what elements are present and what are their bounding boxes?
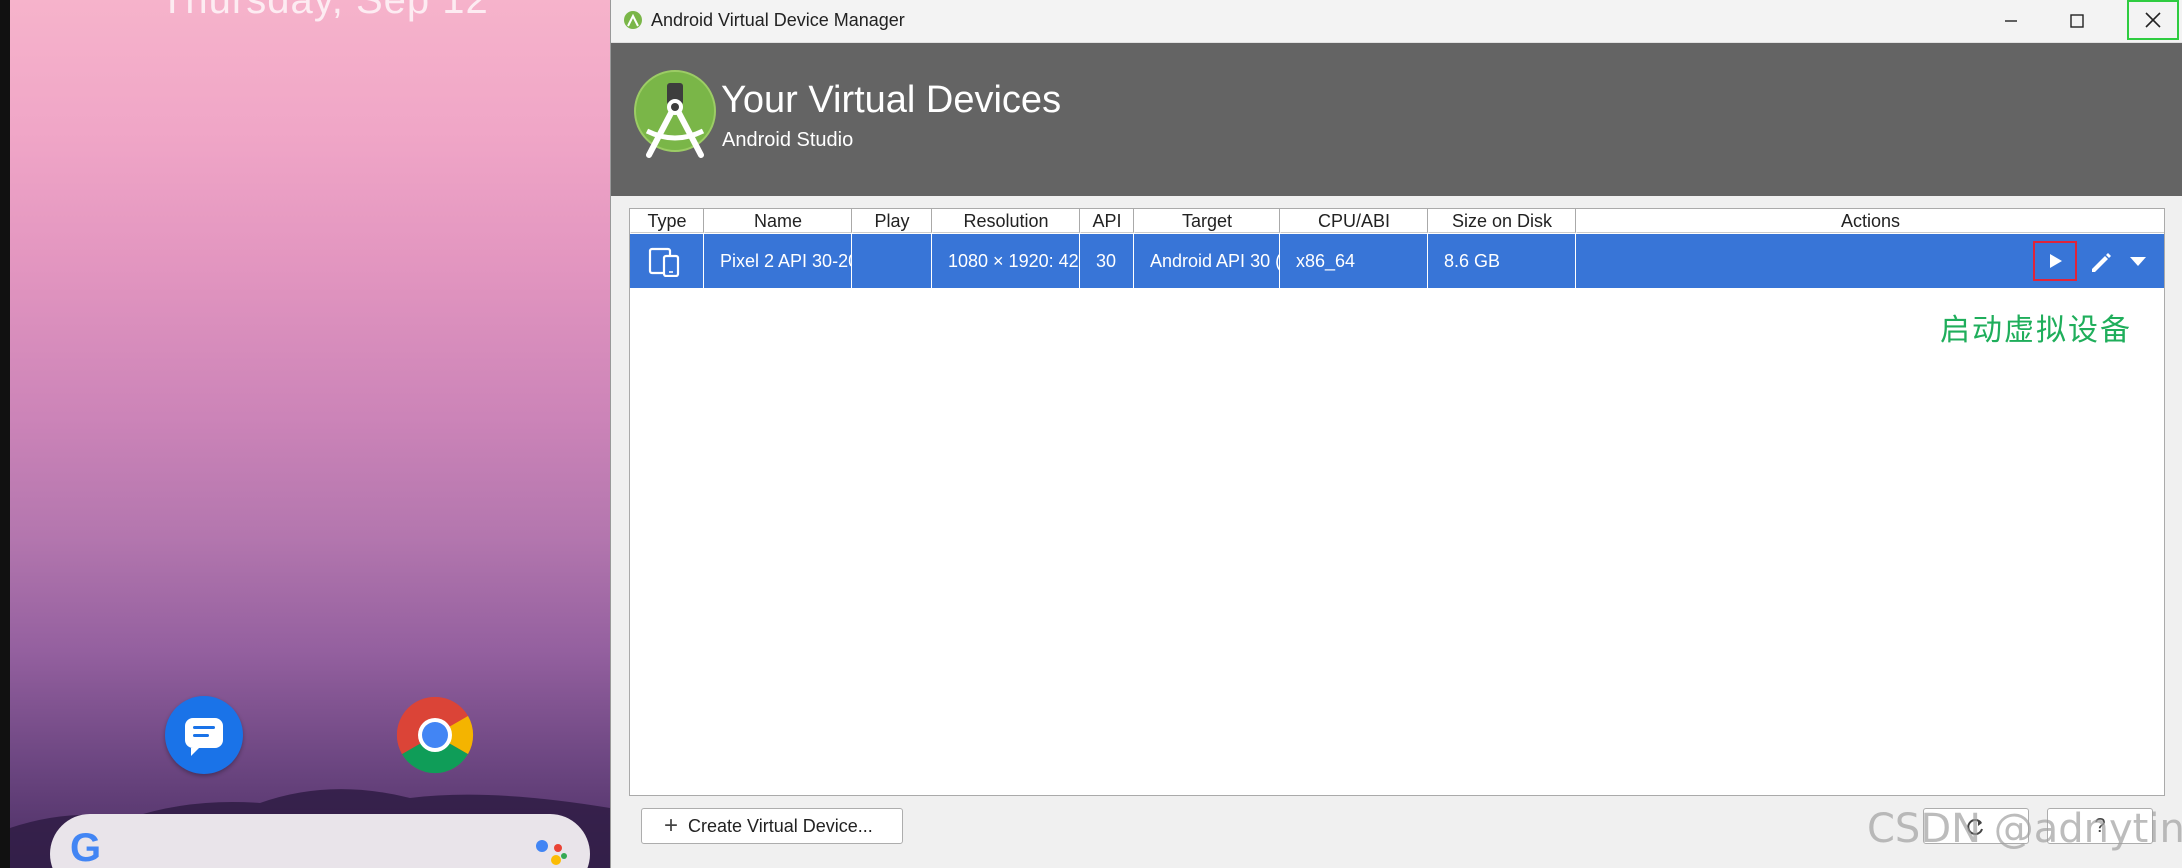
column-header-type[interactable]: Type	[630, 209, 704, 233]
page-subtitle: Android Studio	[722, 129, 854, 151]
google-search-bar[interactable]: G	[50, 814, 590, 868]
assistant-icon[interactable]	[530, 836, 570, 868]
column-header-cpu-abi[interactable]: CPU/ABI	[1280, 209, 1428, 233]
dropdown-icon[interactable]	[2128, 254, 2148, 268]
cell-resolution: 1080 × 1920: 420d...	[932, 234, 1080, 288]
messages-app-icon[interactable]	[165, 696, 243, 774]
edit-icon[interactable]	[2088, 249, 2114, 275]
title-bar: Android Virtual Device Manager	[611, 0, 2182, 43]
create-virtual-device-button[interactable]: + Create Virtual Device...	[641, 808, 903, 844]
watermark: CSDN @adnyting	[1867, 806, 2182, 852]
device-table: Type Name Play Store Resolution API Targ…	[629, 208, 2165, 796]
minimize-icon	[2005, 20, 2017, 22]
google-g-icon: G	[70, 826, 102, 868]
cell-api: 30	[1080, 234, 1134, 288]
launch-avd-button[interactable]	[2033, 241, 2077, 281]
cell-target: Android API 30 (G...	[1134, 234, 1280, 288]
close-button[interactable]	[2127, 0, 2179, 40]
column-header-size-on-disk[interactable]: Size on Disk	[1428, 209, 1576, 233]
header-banner: Your Virtual Devices Android Studio	[611, 43, 2182, 196]
column-header-resolution[interactable]: Resolution	[932, 209, 1080, 233]
column-header-api[interactable]: API	[1080, 209, 1134, 233]
create-virtual-device-label: Create Virtual Device...	[688, 815, 873, 836]
lockscreen-date: Thursday, Sep 12	[160, 0, 489, 22]
annotation-launch-avd: 启动虚拟设备	[1940, 314, 2132, 347]
column-header-play-store[interactable]: Play Store	[852, 209, 932, 255]
column-header-name[interactable]: Name	[704, 209, 852, 233]
cell-type	[630, 234, 704, 288]
cell-name: Pixel 2 API 30-2019...	[704, 234, 852, 288]
maximize-icon	[2070, 14, 2084, 28]
window-title: Android Virtual Device Manager	[651, 10, 905, 30]
minimize-button[interactable]	[1981, 0, 2041, 42]
avd-manager-window: Android Virtual Device Manager Your Virt…	[610, 0, 2182, 868]
plus-icon: +	[664, 812, 679, 839]
column-header-target[interactable]: Target	[1134, 209, 1280, 233]
chrome-app-icon[interactable]	[396, 696, 474, 774]
maximize-button[interactable]	[2047, 0, 2107, 42]
table-row[interactable]: Pixel 2 API 30-2019... 1080 × 1920: 420d…	[630, 234, 2164, 288]
cell-play-store	[852, 234, 932, 288]
android-studio-logo	[634, 70, 716, 158]
phone-tablet-icon	[648, 247, 680, 277]
bezel	[0, 0, 10, 868]
play-icon	[2050, 254, 2062, 268]
cell-size-on-disk: 8.6 GB	[1428, 234, 1576, 288]
page-title: Your Virtual Devices	[721, 79, 1062, 121]
emulator-screen: Thursday, Sep 12 G	[0, 0, 610, 868]
close-icon	[2145, 12, 2161, 28]
column-header-actions[interactable]: Actions	[1576, 209, 2164, 233]
android-studio-icon	[624, 11, 642, 29]
cell-cpu-abi: x86_64	[1280, 234, 1428, 288]
